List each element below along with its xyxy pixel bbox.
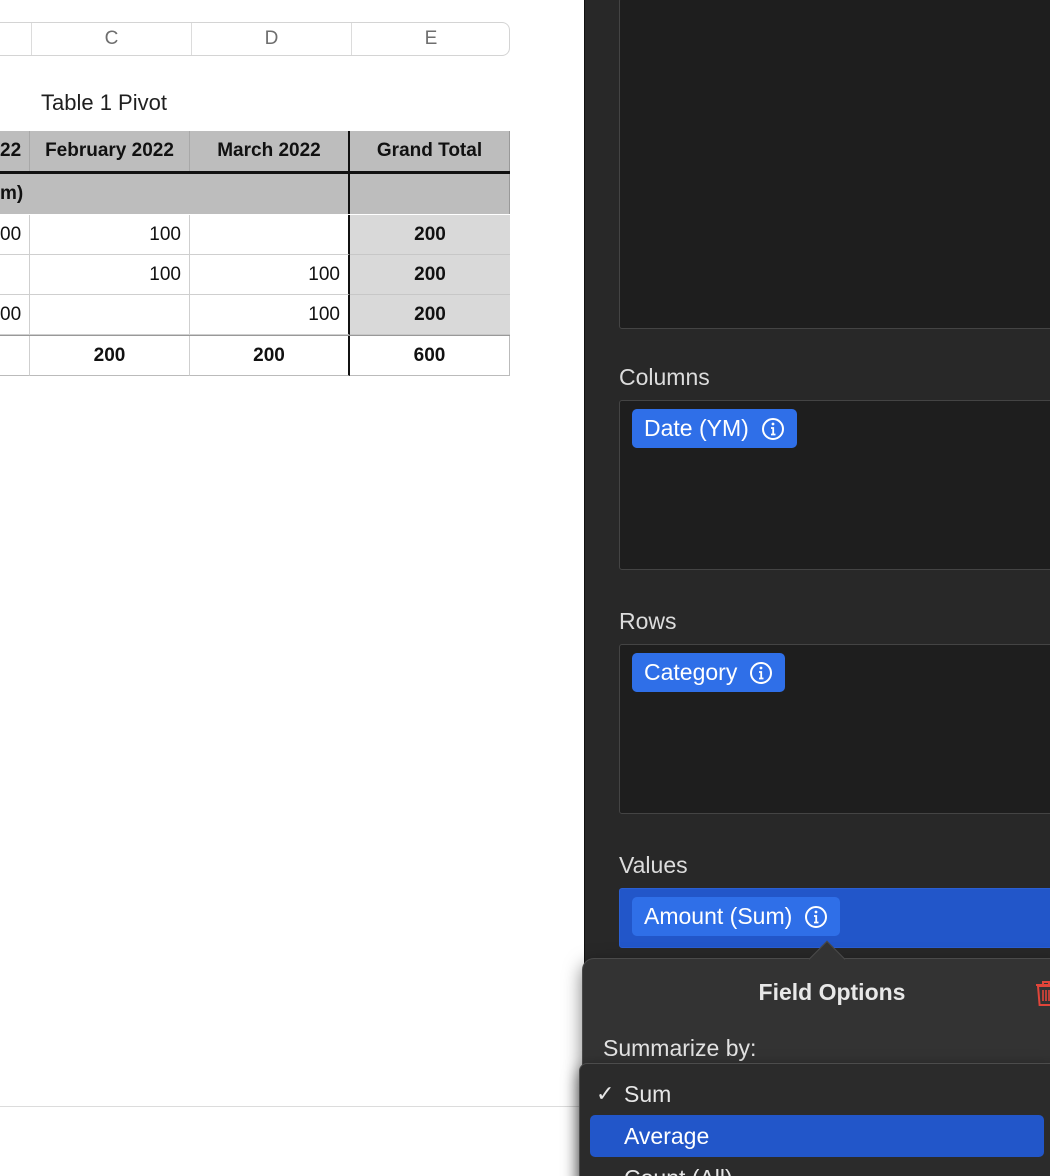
filters-drop-zone[interactable] [619,0,1050,329]
checkmark-icon: ✓ [596,1081,615,1106]
table-cell[interactable] [0,255,30,295]
table-cell[interactable]: 00 [0,215,30,255]
spreadsheet-canvas: C D E Table 1 Pivot 22 February 2022 Mar… [0,0,584,1176]
grand-total-sum-cell[interactable]: 600 [350,336,510,376]
menu-item-label: Count (All) [624,1165,733,1176]
table-cell[interactable]: 100 [30,255,190,295]
columns-section-label: Columns [619,364,710,390]
values-field-chip[interactable]: Amount (Sum) [632,897,841,936]
pivot-table: 22 February 2022 March 2022 Grand Total … [0,131,510,377]
grand-total-cell[interactable]: 200 [350,215,510,255]
table-cell[interactable] [30,295,190,335]
menu-item-average[interactable]: Average [590,1115,1044,1157]
grand-total-cell[interactable]: 200 [350,295,510,335]
info-icon[interactable] [761,417,785,441]
popover-title: Field Options [758,979,906,1005]
header-cell-february[interactable]: February 2022 [30,131,190,171]
table-cell[interactable]: 100 [190,295,350,335]
trash-icon[interactable] [1035,979,1050,1007]
info-icon[interactable] [749,661,773,685]
column-header-e[interactable]: E [351,23,510,55]
menu-item-label: Average [624,1123,710,1149]
header-cell-grand-total[interactable]: Grand Total [350,131,510,171]
menu-item-count-all[interactable]: Count (All) [590,1157,1044,1176]
totals-divider [0,335,510,336]
total-cell[interactable]: 200 [190,336,350,376]
columns-field-label: Date (YM) [644,415,749,441]
column-header-d[interactable]: D [191,23,351,55]
table-cell[interactable] [190,215,350,255]
header-cell-march[interactable]: March 2022 [190,131,350,171]
columns-drop-zone[interactable]: Date (YM) [619,400,1050,570]
total-cell[interactable]: 200 [30,336,190,376]
rows-field-label: Category [644,659,738,685]
canvas-divider [0,1106,584,1107]
summarize-by-label: Summarize by: [603,1035,757,1061]
menu-item-label: Sum [624,1081,672,1107]
column-header-b[interactable] [0,23,31,55]
table-cell[interactable]: 100 [190,255,350,295]
columns-field-chip[interactable]: Date (YM) [632,409,797,448]
column-header-bar: C D E [0,22,510,56]
table-cell[interactable]: 100 [30,215,190,255]
info-icon[interactable] [804,905,828,929]
rows-drop-zone[interactable]: Category [619,644,1050,814]
rows-field-chip[interactable]: Category [632,653,786,692]
values-field-label: Amount (Sum) [644,903,793,929]
group-label-total-cell[interactable] [350,174,510,214]
summarize-by-menu: ✓ Sum Average Count (All) [579,1063,1050,1176]
grand-total-cell[interactable]: 200 [350,255,510,295]
group-label-cell[interactable]: m) [0,174,350,214]
table-title[interactable]: Table 1 Pivot [41,90,167,116]
rows-section-label: Rows [619,608,677,634]
header-cell-january[interactable]: 22 [0,131,30,171]
column-header-c[interactable]: C [31,23,191,55]
values-section-label: Values [619,852,688,878]
total-cell[interactable] [0,336,30,376]
table-cell[interactable]: 00 [0,295,30,335]
menu-item-sum[interactable]: ✓ Sum [590,1073,1044,1115]
values-drop-zone[interactable]: Amount (Sum) [619,888,1050,948]
